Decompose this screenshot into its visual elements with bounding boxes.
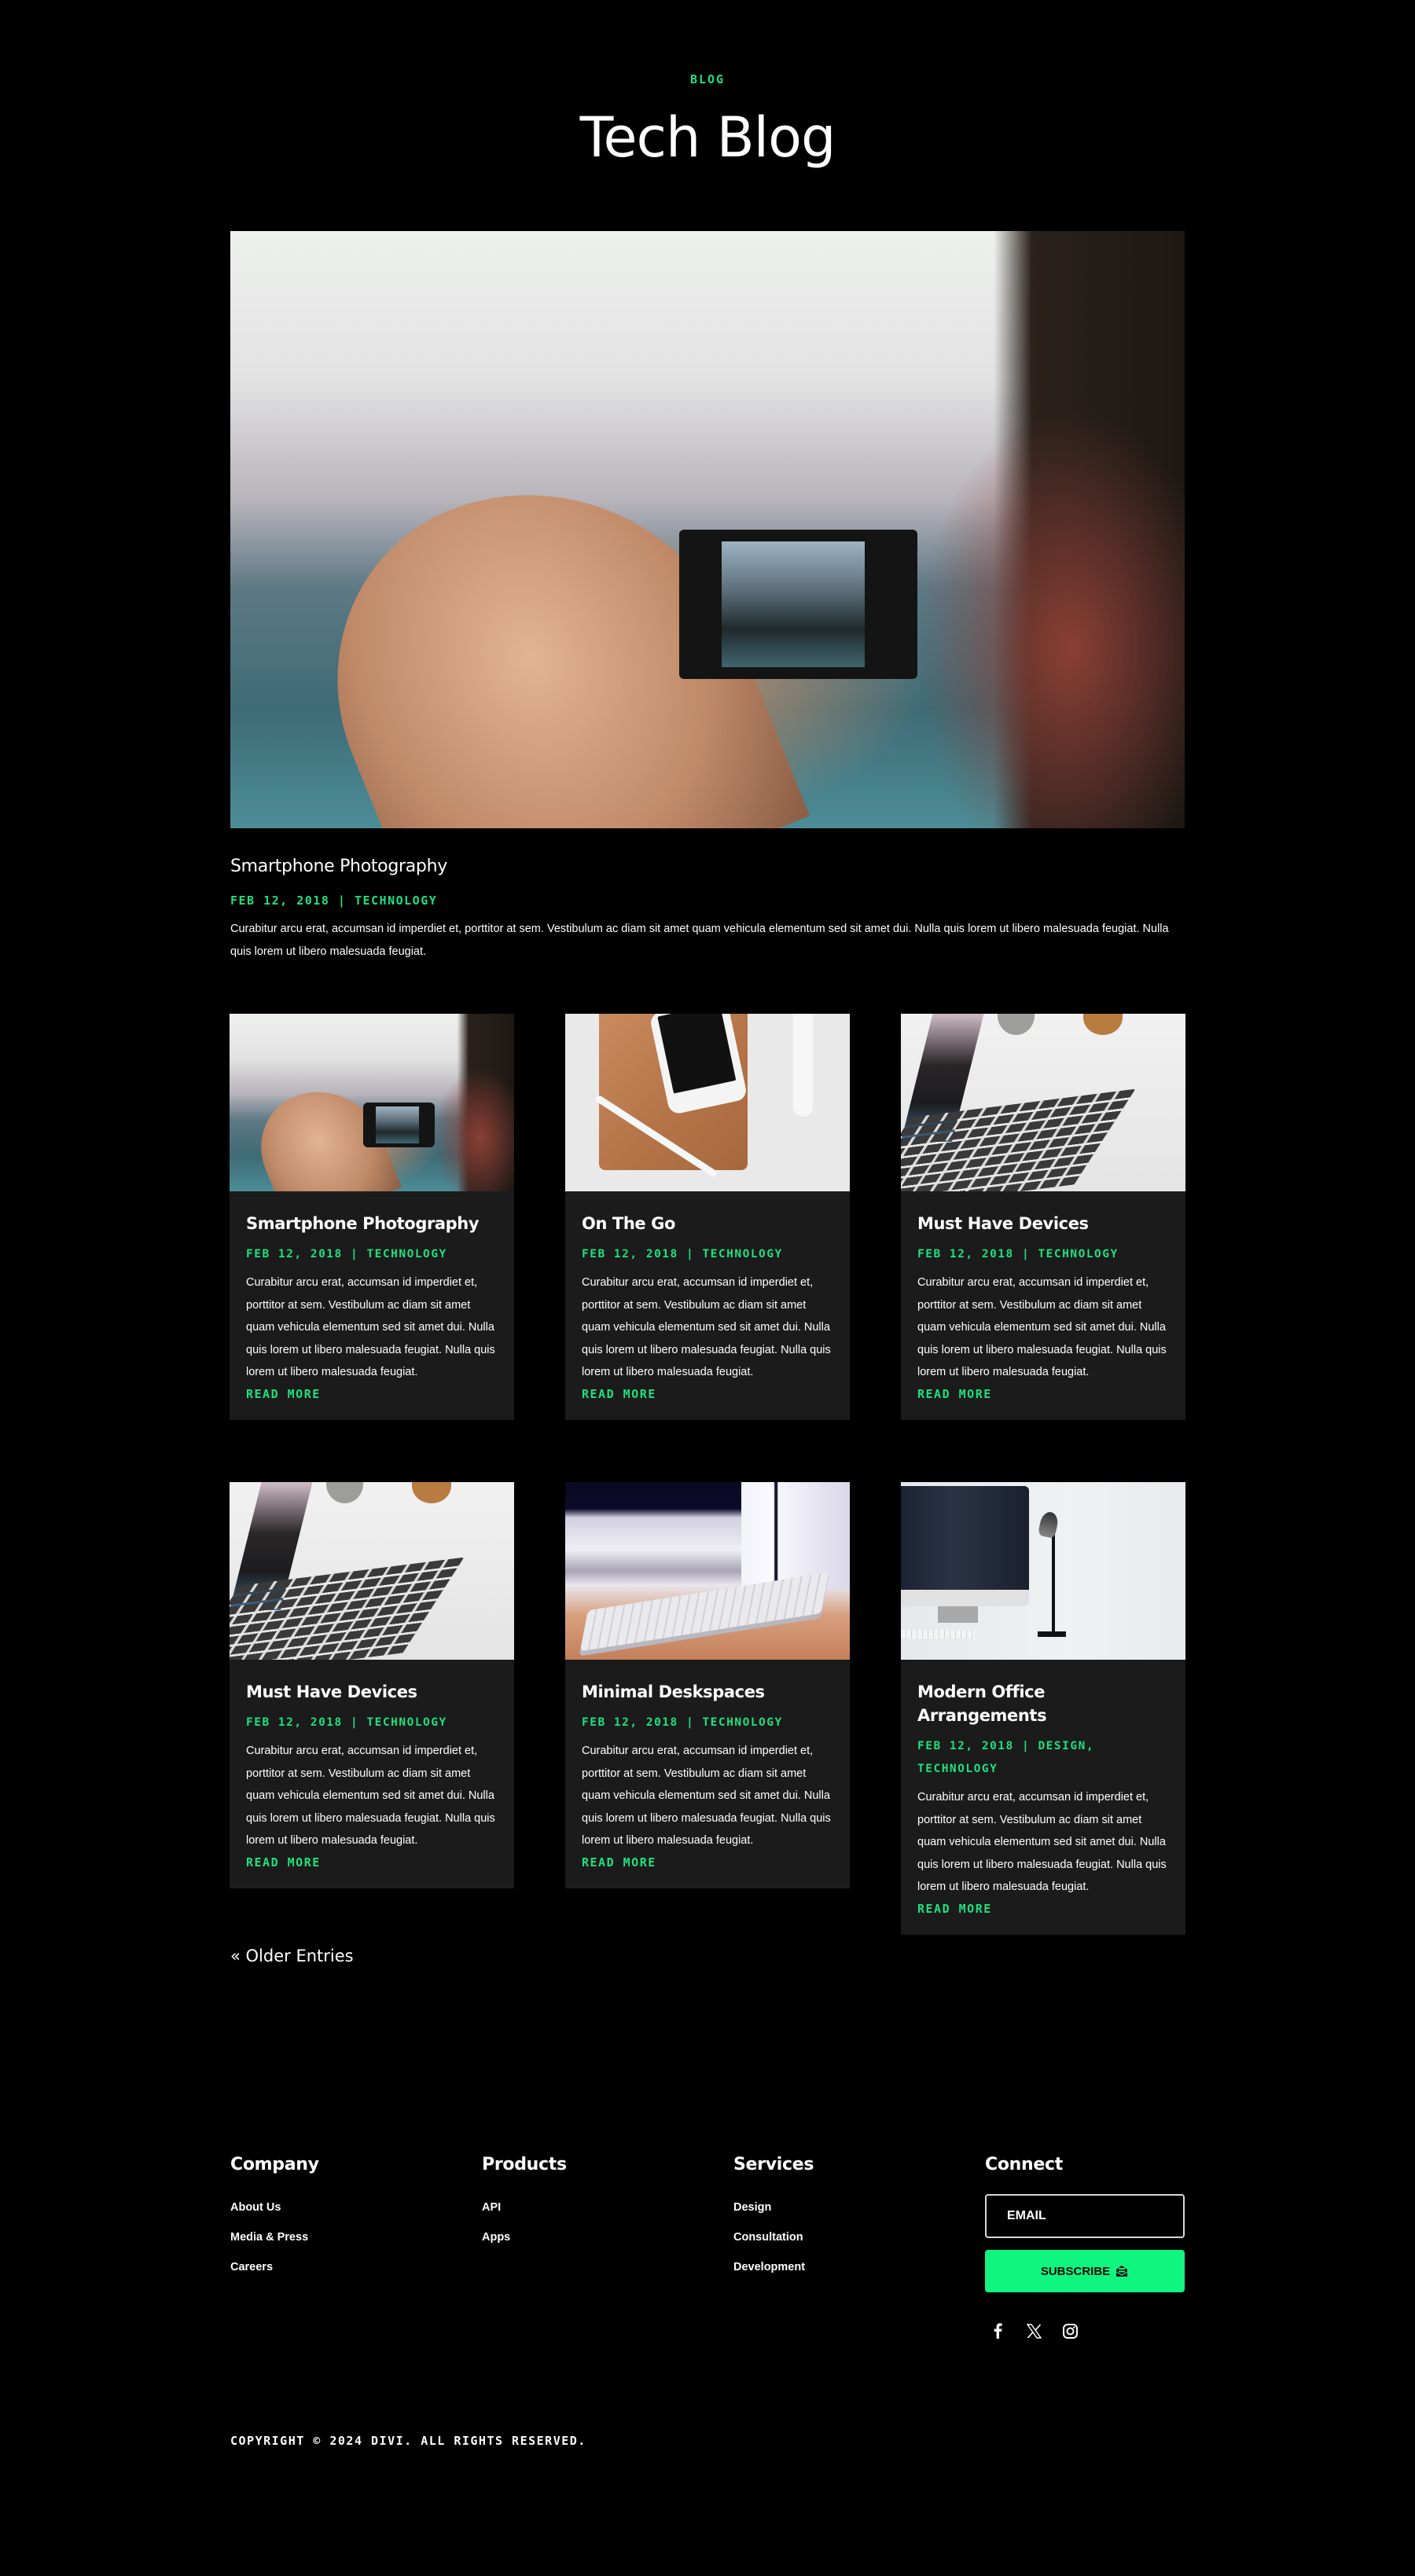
footer-heading: Services (733, 2155, 814, 2174)
footer-link-api[interactable]: API (482, 2193, 567, 2222)
post-card: Must Have Devices FEB 12, 2018 | TECHNOL… (230, 1482, 514, 1888)
featured-post-title[interactable]: Smartphone Photography (230, 857, 447, 876)
footer-link-consultation[interactable]: Consultation (733, 2222, 814, 2252)
footer-link-design[interactable]: Design (733, 2193, 814, 2222)
post-card: Smartphone Photography FEB 12, 2018 | TE… (230, 1014, 514, 1420)
subscribe-button[interactable]: SUBSCRIBE (985, 2250, 1185, 2292)
footer-column-connect: Connect (985, 2153, 1063, 2193)
footer-link-careers[interactable]: Careers (230, 2252, 319, 2282)
post-meta: FEB 12, 2018 | DESIGN, TECHNOLOGY (917, 1740, 1095, 1775)
post-meta: FEB 12, 2018 | TECHNOLOGY (246, 1248, 447, 1260)
post-meta: FEB 12, 2018 | TECHNOLOGY (582, 1248, 783, 1260)
read-more-link[interactable]: READ MORE (246, 1852, 321, 1873)
post-title[interactable]: On The Go (582, 1212, 833, 1235)
email-field[interactable] (985, 2194, 1185, 2238)
read-more-link[interactable]: READ MORE (917, 1899, 992, 1919)
post-image[interactable] (565, 1482, 850, 1660)
featured-post-excerpt: Curabitur arcu erat, accumsan id imperdi… (230, 923, 1169, 958)
x-twitter-icon[interactable] (1025, 2322, 1042, 2339)
post-meta: FEB 12, 2018 | TECHNOLOGY (917, 1248, 1119, 1260)
post-image[interactable] (901, 1482, 1185, 1660)
post-meta: FEB 12, 2018 | TECHNOLOGY (246, 1716, 447, 1729)
facebook-icon[interactable] (989, 2322, 1006, 2339)
section-eyebrow: BLOG (689, 72, 726, 86)
footer-link-apps[interactable]: Apps (482, 2222, 567, 2252)
post-excerpt: Curabitur arcu erat, accumsan id imperdi… (582, 1745, 831, 1847)
post-card: Modern Office Arrangements FEB 12, 2018 … (901, 1482, 1185, 1935)
post-excerpt: Curabitur arcu erat, accumsan id imperdi… (917, 1276, 1167, 1378)
post-title[interactable]: Minimal Deskspaces (582, 1680, 833, 1704)
read-more-link[interactable]: READ MORE (582, 1852, 656, 1873)
mail-open-icon (1115, 2266, 1128, 2277)
post-image[interactable] (901, 1014, 1185, 1191)
page-title: Tech Blog (579, 105, 836, 170)
post-image[interactable] (565, 1014, 850, 1191)
post-card: Must Have Devices FEB 12, 2018 | TECHNOL… (901, 1014, 1185, 1420)
post-title[interactable]: Modern Office Arrangements (917, 1680, 1169, 1727)
featured-post-image[interactable] (230, 231, 1185, 828)
featured-post-meta: FEB 12, 2018 | TECHNOLOGY (230, 894, 438, 908)
read-more-link[interactable]: READ MORE (582, 1384, 656, 1404)
post-card: Minimal Deskspaces FEB 12, 2018 | TECHNO… (565, 1482, 850, 1888)
social-links (989, 2322, 1079, 2339)
post-title[interactable]: Must Have Devices (917, 1212, 1169, 1235)
footer-heading: Company (230, 2155, 319, 2174)
post-title[interactable]: Must Have Devices (246, 1680, 498, 1704)
post-image[interactable] (230, 1014, 514, 1191)
post-image[interactable] (230, 1482, 514, 1660)
footer-column-services: Services Design Consultation Development (733, 2153, 814, 2282)
read-more-link[interactable]: READ MORE (246, 1384, 321, 1404)
post-card: On The Go FEB 12, 2018 | TECHNOLOGY Cura… (565, 1014, 850, 1420)
post-excerpt: Curabitur arcu erat, accumsan id imperdi… (246, 1745, 495, 1847)
footer-column-company: Company About Us Media & Press Careers (230, 2153, 319, 2282)
subscribe-label: SUBSCRIBE (1040, 2264, 1111, 2278)
footer-link-development[interactable]: Development (733, 2252, 814, 2282)
copyright-text: COPYRIGHT © 2024 DIVI. ALL RIGHTS RESERV… (230, 2434, 586, 2448)
post-excerpt: Curabitur arcu erat, accumsan id imperdi… (917, 1791, 1167, 1893)
phone-shape (678, 530, 918, 679)
older-entries-link[interactable]: « Older Entries (230, 1947, 354, 1965)
post-title[interactable]: Smartphone Photography (246, 1212, 498, 1235)
read-more-link[interactable]: READ MORE (917, 1384, 992, 1404)
footer-column-products: Products API Apps (482, 2153, 567, 2252)
post-meta: FEB 12, 2018 | TECHNOLOGY (582, 1716, 783, 1729)
footer-heading: Products (482, 2155, 567, 2174)
footer-link-media-press[interactable]: Media & Press (230, 2222, 319, 2252)
instagram-icon[interactable] (1061, 2322, 1079, 2339)
footer-heading: Connect (985, 2155, 1063, 2174)
post-excerpt: Curabitur arcu erat, accumsan id imperdi… (246, 1276, 495, 1378)
post-excerpt: Curabitur arcu erat, accumsan id imperdi… (582, 1276, 831, 1378)
footer-link-about-us[interactable]: About Us (230, 2193, 319, 2222)
